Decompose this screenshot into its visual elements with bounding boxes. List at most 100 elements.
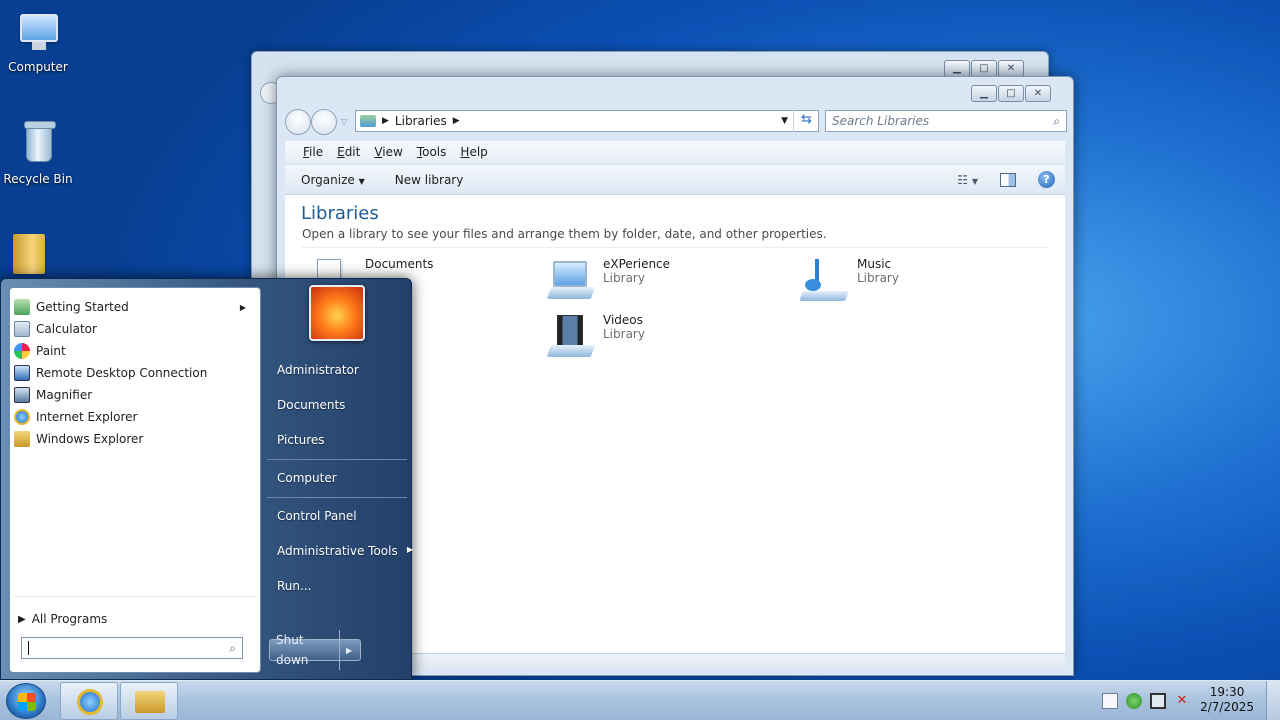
program-label: Paint: [36, 344, 66, 358]
help-icon[interactable]: ?: [1038, 171, 1055, 188]
program-windows-explorer[interactable]: Windows Explorer: [14, 428, 254, 450]
minimize-icon[interactable]: ▁: [971, 85, 997, 102]
start-item-computer[interactable]: Computer: [277, 471, 337, 485]
minimize-icon[interactable]: ▁: [944, 60, 970, 77]
forward-button[interactable]: [311, 109, 337, 135]
action-center-icon[interactable]: [1102, 693, 1118, 709]
library-videos[interactable]: Videos Library: [546, 313, 645, 361]
caption-buttons: ▁ □ ✕: [971, 85, 1051, 102]
shutdown-button[interactable]: Shut down ▶: [269, 630, 361, 670]
computer-icon: [14, 8, 62, 56]
start-item-control-panel[interactable]: Control Panel: [277, 509, 357, 523]
library-name: Videos: [603, 313, 643, 327]
close-icon[interactable]: ✕: [998, 60, 1024, 77]
windows-logo-icon: [18, 693, 36, 711]
search-icon[interactable]: ⌕: [229, 641, 236, 656]
submenu-arrow-icon: ▶: [406, 545, 413, 554]
preview-pane-icon[interactable]: [1000, 172, 1016, 187]
new-library-button[interactable]: New library: [395, 173, 464, 187]
close-icon[interactable]: ✕: [1025, 85, 1051, 102]
videos-library-icon: [546, 313, 596, 361]
network-icon[interactable]: [1150, 693, 1166, 709]
libraries-icon: [360, 115, 376, 127]
volume-muted-icon[interactable]: ✕: [1174, 693, 1190, 709]
maximize-icon[interactable]: □: [998, 85, 1024, 102]
breadcrumb-arrow-icon[interactable]: ▶: [382, 116, 389, 126]
maximize-icon[interactable]: □: [971, 60, 997, 77]
divider: [301, 247, 1049, 248]
search-placeholder: Search Libraries: [832, 114, 930, 128]
page-title: Libraries: [301, 203, 379, 224]
start-item-administrative-tools[interactable]: Administrative Tools ▶: [277, 544, 413, 558]
address-dropdown-icon[interactable]: ▼: [781, 116, 788, 126]
program-label: Internet Explorer: [36, 410, 138, 424]
music-library-icon: [799, 257, 849, 305]
desktop-icon-folder[interactable]: [8, 230, 58, 282]
recent-pages-icon[interactable]: ▽: [341, 117, 347, 126]
start-item-run[interactable]: Run...: [277, 579, 311, 593]
program-paint[interactable]: Paint: [14, 340, 254, 362]
menu-bar: File Edit View Tools Help: [285, 141, 1065, 163]
paint-icon: [14, 343, 30, 359]
security-icon[interactable]: [1126, 693, 1142, 709]
menu-help[interactable]: Help: [460, 145, 487, 159]
chevron-down-icon: ▼: [358, 176, 365, 186]
calculator-icon: [14, 321, 30, 337]
clock-time: 19:30: [1209, 685, 1245, 699]
program-label: Remote Desktop Connection: [36, 366, 208, 380]
back-button[interactable]: [285, 109, 311, 135]
chevron-right-icon: ▶: [18, 613, 26, 625]
search-input[interactable]: Search Libraries ⌕: [825, 110, 1067, 132]
remote-desktop-icon: [14, 365, 30, 381]
divider: [267, 497, 407, 498]
desktop-icon-computer[interactable]: Computer: [0, 8, 76, 74]
taskbar: ✕ 19:30 2/7/2025: [0, 680, 1280, 720]
show-desktop-button[interactable]: [1266, 681, 1280, 720]
address-bar[interactable]: ▶ Libraries ▶ ▼: [355, 110, 819, 132]
menu-edit[interactable]: Edit: [337, 145, 360, 159]
magnifier-icon: [14, 387, 30, 403]
menu-view[interactable]: View: [374, 145, 402, 159]
library-type: Library: [603, 327, 645, 341]
command-bar: Organize ▼ New library ☷ ▼ ?: [285, 165, 1065, 195]
library-music[interactable]: Music Library: [799, 257, 899, 305]
search-caret: [28, 641, 29, 655]
all-programs-button[interactable]: ▶ All Programs: [18, 608, 258, 630]
taskbar-internet-explorer[interactable]: [60, 682, 118, 720]
program-getting-started[interactable]: Getting Started ▶: [14, 296, 254, 318]
start-button[interactable]: [6, 683, 46, 719]
places-pane: Administrator Documents Pictures Compute…: [263, 279, 413, 679]
library-experience[interactable]: eXPerience Library: [546, 257, 671, 305]
windows-explorer-icon: [14, 431, 30, 447]
search-icon[interactable]: ⌕: [1053, 114, 1060, 129]
program-internet-explorer[interactable]: Internet Explorer: [14, 406, 254, 428]
refresh-icon[interactable]: ⇆: [793, 110, 819, 132]
library-type: Library: [857, 271, 899, 285]
desktop-icon-recycle-bin[interactable]: Recycle Bin: [0, 120, 76, 186]
windows-explorer-icon: [135, 691, 165, 713]
page-subtitle: Open a library to see your files and arr…: [302, 227, 827, 241]
start-menu: Getting Started ▶ Calculator Paint Remot…: [0, 278, 413, 680]
library-name: eXPerience: [603, 257, 671, 271]
desktop-icon-label: Recycle Bin: [3, 172, 73, 186]
breadcrumb-libraries[interactable]: Libraries: [395, 114, 447, 128]
program-label: Calculator: [36, 322, 97, 336]
start-item-documents[interactable]: Documents: [277, 398, 345, 412]
internet-explorer-icon: [77, 689, 103, 715]
menu-file[interactable]: File: [303, 145, 323, 159]
change-view-icon[interactable]: ☷ ▼: [957, 173, 978, 187]
program-magnifier[interactable]: Magnifier: [14, 384, 254, 406]
shutdown-options-icon[interactable]: ▶: [340, 646, 352, 655]
menu-tools[interactable]: Tools: [417, 145, 447, 159]
breadcrumb-arrow-icon[interactable]: ▶: [453, 116, 460, 126]
start-item-pictures[interactable]: Pictures: [277, 433, 325, 447]
user-avatar[interactable]: [309, 285, 365, 341]
program-calculator[interactable]: Calculator: [14, 318, 254, 340]
start-item-administrator[interactable]: Administrator: [277, 363, 359, 377]
organize-button[interactable]: Organize ▼: [301, 173, 365, 187]
clock[interactable]: 19:30 2/7/2025: [1200, 685, 1254, 715]
library-name: Music: [857, 257, 892, 271]
program-remote-desktop[interactable]: Remote Desktop Connection: [14, 362, 254, 384]
start-search-input[interactable]: ⌕: [21, 637, 243, 659]
taskbar-windows-explorer[interactable]: [120, 682, 178, 720]
